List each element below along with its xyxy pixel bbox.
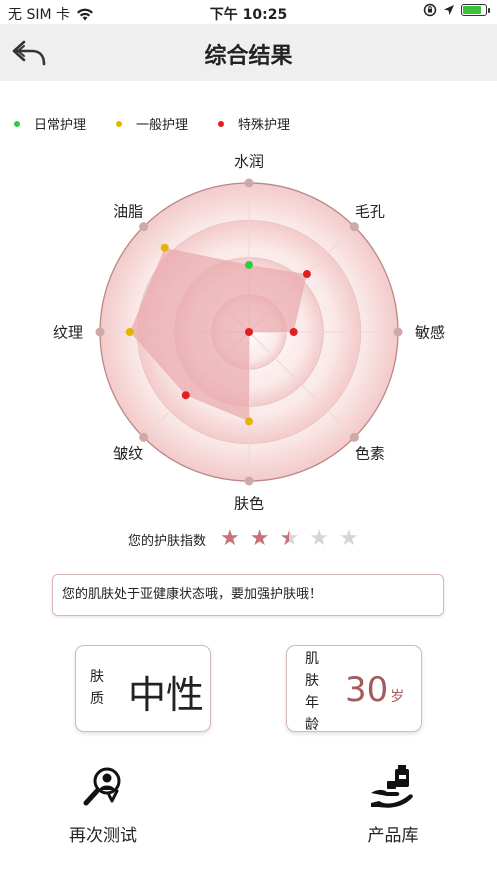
radar-data-point: [181, 391, 190, 400]
radar-data-point: [125, 328, 134, 336]
chart-legend: 日常护理 一般护理 特殊护理: [14, 114, 320, 133]
legend-dot-daily: [14, 120, 20, 127]
retest-button[interactable]: 再次测试: [48, 765, 158, 846]
radar-axis-end-dot: [244, 476, 254, 486]
battery-icon: [461, 4, 490, 16]
rating-star-icon: ★: [220, 526, 240, 551]
radar-axis-end-dot: [139, 432, 149, 442]
radar-axis-label: 毛孔: [354, 202, 385, 221]
legend-item-special: 特殊护理: [218, 114, 290, 133]
radar-data-point: [160, 243, 169, 252]
skin-type-value: 中性: [128, 673, 205, 717]
rating-stars: ★ ★ ★ ★ ★: [220, 528, 369, 550]
nav-bar: 综合结果: [0, 24, 497, 81]
page-title: 综合结果: [204, 44, 293, 69]
radar-axis-label: 色素: [354, 444, 385, 463]
skin-type-card: 肤 质 中性: [75, 645, 211, 732]
skin-age-label-char: 龄: [305, 717, 319, 733]
product-hand-icon: [371, 765, 413, 808]
radar-data-point: [302, 270, 311, 279]
radar-axis-label: 水润: [233, 152, 265, 171]
products-button[interactable]: 产品库: [338, 765, 448, 846]
radar-axis-label: 肤色: [233, 494, 265, 513]
radar-data-point: [245, 260, 253, 269]
products-label: 产品库: [367, 826, 419, 846]
radar-axis-end-dot: [393, 327, 403, 337]
radar-axis-end-dot: [349, 222, 359, 232]
radar-axis-end-dot: [244, 178, 254, 188]
radar-data-point: [289, 328, 298, 336]
rating-star-icon: ★: [338, 526, 359, 551]
skin-type-label-char: 质: [90, 691, 104, 707]
skin-age-label-char: 年: [305, 695, 319, 711]
skin-type-label: 肤 质: [88, 666, 106, 710]
retest-magnifier-icon: [83, 767, 121, 806]
legend-dot-special: [218, 120, 225, 127]
radar-axis-end-dot: [349, 432, 359, 442]
radar-axis-label: 纹理: [52, 323, 84, 342]
rating-star-icon: ★: [279, 526, 300, 551]
orientation-lock-icon: [423, 3, 437, 17]
retest-label: 再次测试: [69, 826, 137, 846]
radar-axis-label: 油脂: [113, 202, 144, 221]
skin-age-label-char: 肤: [305, 673, 319, 689]
legend-label-special: 特殊护理: [238, 118, 291, 133]
skin-index-label: 您的护肤指数: [128, 533, 207, 549]
radar-axis-end-dot: [139, 222, 149, 232]
legend-item-general: 一般护理: [116, 114, 188, 133]
radar-axis-label: 敏感: [414, 323, 446, 342]
legend-dot-general: [116, 120, 123, 127]
radar-data-point: [245, 417, 253, 426]
rating-star-icon: ★: [249, 526, 270, 551]
skin-age-card: 肌 肤 年 龄 30 岁: [286, 645, 422, 733]
radar-chart: 水润毛孔敏感色素肤色 皱纹 纹理 油脂: [0, 150, 497, 520]
radar-axis-end-dot: [95, 327, 105, 337]
radar-data-point: [245, 328, 253, 336]
status-bar: 无 SIM 卡 下午 10:25: [0, 0, 497, 24]
skin-index-row: 您的护肤指数 ★ ★ ★ ★ ★: [128, 528, 369, 550]
legend-item-daily: 日常护理: [14, 114, 86, 133]
advice-box: 您的肌肤处于亚健康状态哦，要加强护肤哦！: [52, 574, 444, 616]
skin-age-label-char: 肌: [305, 651, 319, 667]
skin-age-value: 30 岁: [345, 670, 404, 710]
legend-label-daily: 日常护理: [34, 118, 87, 133]
legend-label-general: 一般护理: [136, 118, 189, 133]
skin-age-unit: 岁: [390, 689, 405, 705]
skin-age-label: 肌 肤 年 龄: [303, 648, 321, 736]
skin-type-label-char: 肤: [90, 669, 104, 685]
location-icon: [444, 5, 454, 15]
radar-axis-label: 皱纹: [113, 444, 144, 463]
rating-star-icon: ★: [309, 526, 329, 551]
skin-age-number: 30: [345, 670, 389, 710]
